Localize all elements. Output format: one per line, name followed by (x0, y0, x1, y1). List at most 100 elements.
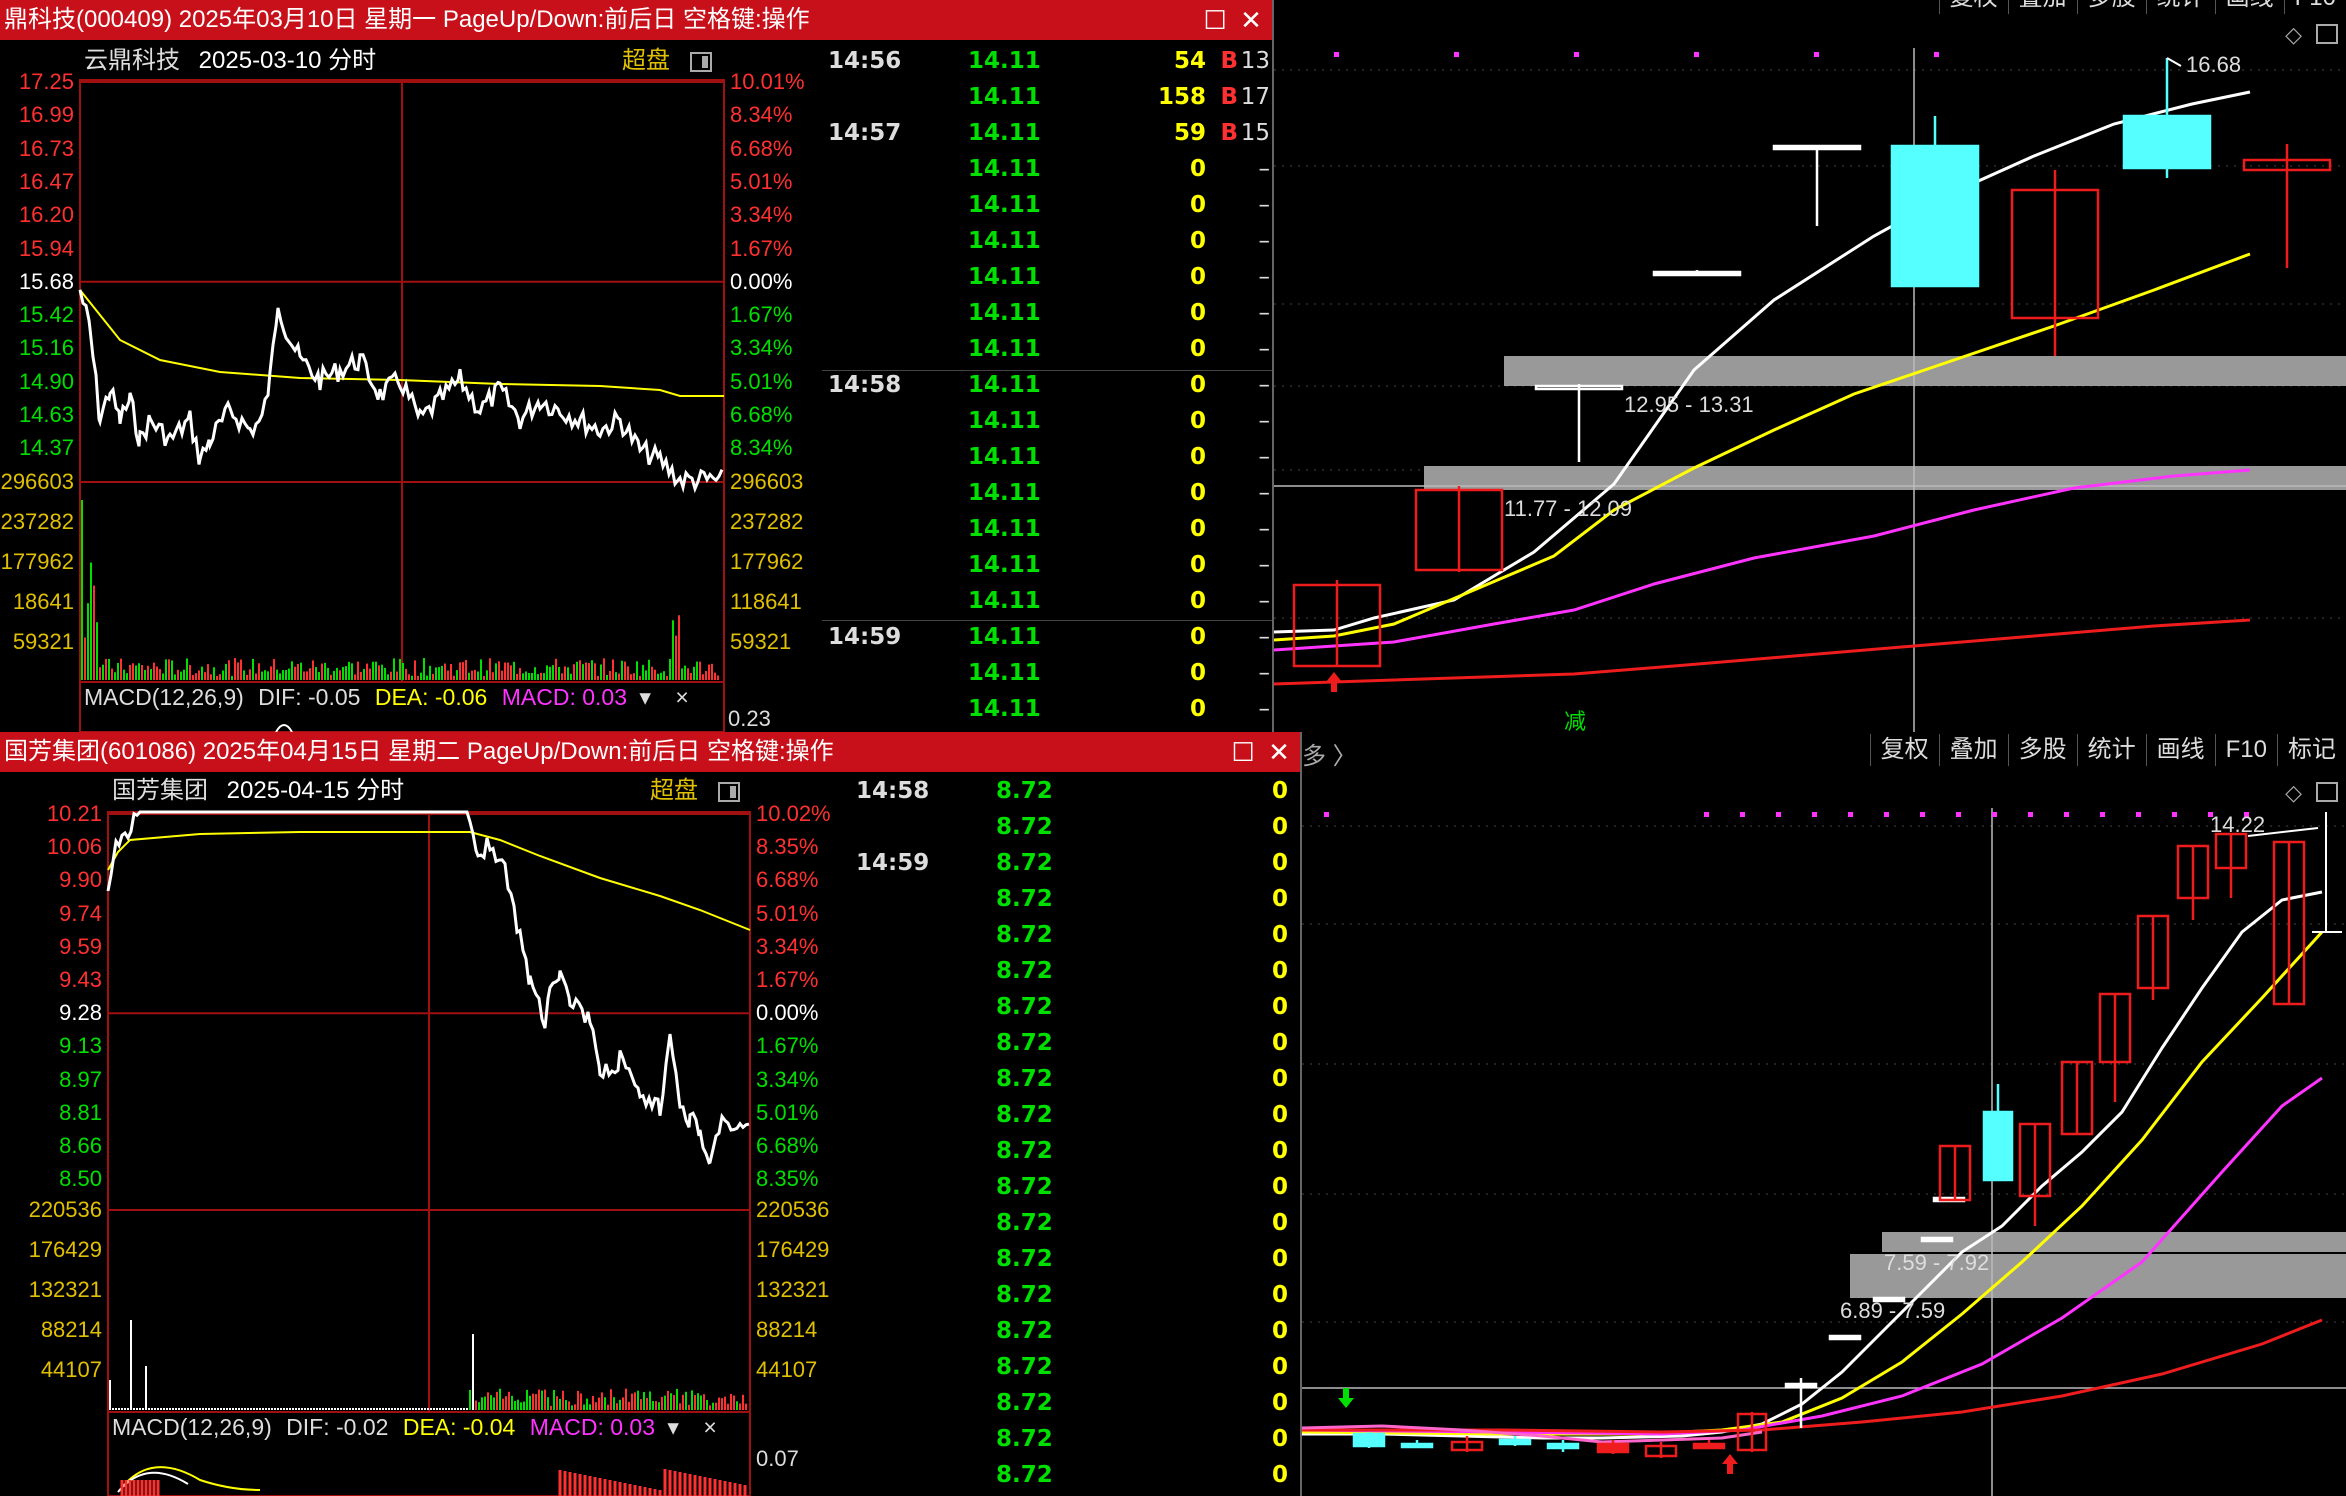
kline-toolbar-button[interactable]: 多股 (2076, 0, 2146, 14)
bottom-dif-value: DIF: -0.02 (286, 1414, 389, 1440)
tick-row[interactable]: 8.72 0 (850, 1314, 1300, 1350)
candle-body (1784, 1382, 1818, 1389)
top-grid (79, 79, 725, 732)
tick-row[interactable]: 14:56 14.11 54 B 13 (822, 44, 1272, 80)
tick-row[interactable]: 8.72 0 (850, 1422, 1300, 1458)
tick-row[interactable]: 14.11 0 – (822, 152, 1272, 188)
tick-row[interactable]: 14:57 14.11 59 B 15 (822, 116, 1272, 152)
tick-row[interactable]: 14.11 0 – (822, 476, 1272, 512)
kline-toolbar-button[interactable]: 画线 (2214, 0, 2284, 14)
tick-row[interactable]: 8.72 0 (850, 1170, 1300, 1206)
tick-extra: – (1258, 660, 1271, 686)
candle-body (1890, 144, 1980, 288)
tick-row[interactable]: 14.11 0 – (822, 656, 1272, 692)
tick-row[interactable]: 14:59 8.72 0 (850, 846, 1300, 882)
tick-row[interactable]: 14.11 0 – (822, 692, 1272, 728)
top-tick-list[interactable]: 14:56 14.11 54 B 13 14.11 158 B 17 14:57 14.11 59 B 1… (822, 44, 1272, 724)
left-price-label: 10.06 (46, 834, 102, 860)
kline-toolbar-button[interactable]: 画线 (2145, 734, 2215, 766)
kline-toolbar-button[interactable]: F10 (2283, 0, 2346, 14)
tick-row[interactable]: 14.11 0 – (822, 332, 1272, 368)
kline-toolbar-button[interactable]: F10 (2214, 734, 2277, 766)
left-volume-label: 88214 (40, 1317, 102, 1342)
kline-toolbar-button[interactable]: 复权 (1938, 0, 2008, 14)
left-volume-label: 220536 (28, 1197, 102, 1222)
tick-row[interactable]: 14.11 0 – (822, 548, 1272, 584)
top-macd-dropdown-icon[interactable]: ▾ (639, 684, 651, 710)
tick-row[interactable]: 8.72 0 (850, 1134, 1300, 1170)
signal-dot (1704, 812, 1709, 817)
tick-volume: 0 (1189, 192, 1206, 218)
kline-toolbar-button[interactable]: 叠加 (1938, 734, 2008, 766)
kline-toolbar-button[interactable]: 叠加 (2007, 0, 2077, 14)
top-kline-toggle-icon[interactable] (2316, 24, 2338, 44)
bottom-kline-toggle-icon[interactable] (2316, 782, 2338, 802)
tick-row[interactable]: 8.72 0 (850, 1242, 1300, 1278)
tick-price: 14.11 (968, 156, 1041, 182)
tick-row[interactable]: 8.72 0 (850, 1206, 1300, 1242)
tick-row[interactable]: 8.72 0 (850, 1026, 1300, 1062)
bottom-tick-list[interactable]: 14:58 8.72 0 8.72 0 14:59 8.72 0 8.72 0 8.72 0 8.72 0… (850, 774, 1300, 1496)
signal-dot (1776, 812, 1781, 817)
tick-extra: 17 (1240, 84, 1270, 110)
tick-price: 14.11 (968, 480, 1041, 506)
kline-toolbar-button[interactable]: 复权 (1869, 734, 1939, 766)
tick-row[interactable]: 14.11 0 – (822, 512, 1272, 548)
tick-row[interactable]: 8.72 0 (850, 1350, 1300, 1386)
tick-row[interactable]: 14:59 14.11 0 – (822, 620, 1272, 656)
tick-row[interactable]: 8.72 0 (850, 1386, 1300, 1422)
tick-row[interactable]: 8.72 0 (850, 954, 1300, 990)
tick-row[interactable]: 14.11 158 B 17 (822, 80, 1272, 116)
tick-row[interactable]: 14:58 8.72 0 (850, 774, 1300, 810)
top-kline-zone1-label: 12.95 - 13.31 (1624, 392, 1754, 417)
kline-toolbar-button[interactable]: 标记 (2277, 734, 2346, 766)
signal-dot (1334, 52, 1339, 57)
tick-row[interactable]: 14.11 0 – (822, 188, 1272, 224)
bottom-macd-label: MACD(12,26,9) (112, 1414, 272, 1440)
tick-row[interactable]: 8.72 0 (850, 1098, 1300, 1134)
signal-dot (1812, 812, 1817, 817)
tick-row[interactable]: 8.72 0 (850, 1458, 1300, 1494)
top-macd-close-icon[interactable]: × (675, 684, 688, 710)
tick-row[interactable]: 14.11 0 – (822, 260, 1272, 296)
kline-toolbar-button[interactable]: 统计 (2076, 734, 2146, 766)
tick-price: 8.72 (996, 1462, 1053, 1488)
tick-extra: – (1258, 588, 1271, 614)
tick-row[interactable]: 14.11 0 – (822, 224, 1272, 260)
bottom-macd-dropdown-icon[interactable]: ▾ (667, 1414, 679, 1440)
right-pct-label: 3.34% (730, 335, 793, 361)
tick-row[interactable]: 14.11 0 – (822, 584, 1272, 620)
tick-row[interactable]: 14:58 14.11 0 – (822, 368, 1272, 404)
kline-toolbar-button[interactable]: 多股 (2007, 734, 2077, 766)
bottom-kline-panel[interactable]: 多 〉 复权 叠加 多股 统计 画线 F10 标记 ◇ 14.22 7.59 - 7.92 … (1300, 732, 2346, 1496)
right-pct-label: 10.01% (730, 69, 805, 94)
left-volume-label: 237282 (0, 509, 74, 534)
tick-row[interactable]: 14.11 0 – (822, 440, 1272, 476)
right-volume-label: 132321 (756, 1277, 830, 1302)
bottom-macd-legend: MACD(12,26,9) DIF: -0.02 DEA: -0.04 MACD… (112, 1414, 717, 1441)
tick-row[interactable]: 8.72 0 (850, 918, 1300, 954)
top-kline-diamond-icon[interactable]: ◇ (2285, 22, 2302, 48)
tick-volume: 0 (1271, 814, 1288, 840)
tick-volume: 0 (1271, 886, 1288, 912)
tick-row[interactable]: 14.11 0 – (822, 404, 1272, 440)
bottom-macd-close-icon[interactable]: × (703, 1414, 716, 1440)
right-pct-label: 5.01% (730, 368, 793, 394)
bottom-kline-diamond-icon[interactable]: ◇ (2285, 780, 2302, 806)
tick-row[interactable]: 8.72 0 (850, 810, 1300, 846)
tick-volume: 0 (1271, 958, 1288, 984)
bottom-kline-header[interactable]: 多 〉 (1302, 736, 1357, 771)
tick-row[interactable]: 8.72 0 (850, 990, 1300, 1026)
tick-row[interactable]: 14.11 0 – (822, 296, 1272, 332)
tick-row[interactable]: 8.72 0 (850, 1062, 1300, 1098)
top-kline-panel[interactable]: 复权叠加多股统计画线F10 ◇ 16.68 12.95 - 13.31 11.7… (1272, 0, 2346, 734)
candle-body (1546, 1442, 1580, 1450)
tick-extra: 13 (1240, 48, 1270, 74)
left-price-label: 9.59 (59, 933, 102, 959)
left-price-label: 8.81 (59, 1099, 102, 1125)
signal-dot (1324, 812, 1329, 817)
kline-toolbar-button[interactable]: 统计 (2145, 0, 2215, 14)
tick-row[interactable]: 8.72 0 (850, 1278, 1300, 1314)
tick-row[interactable]: 8.72 0 (850, 882, 1300, 918)
left-price-label: 15.94 (18, 235, 74, 261)
